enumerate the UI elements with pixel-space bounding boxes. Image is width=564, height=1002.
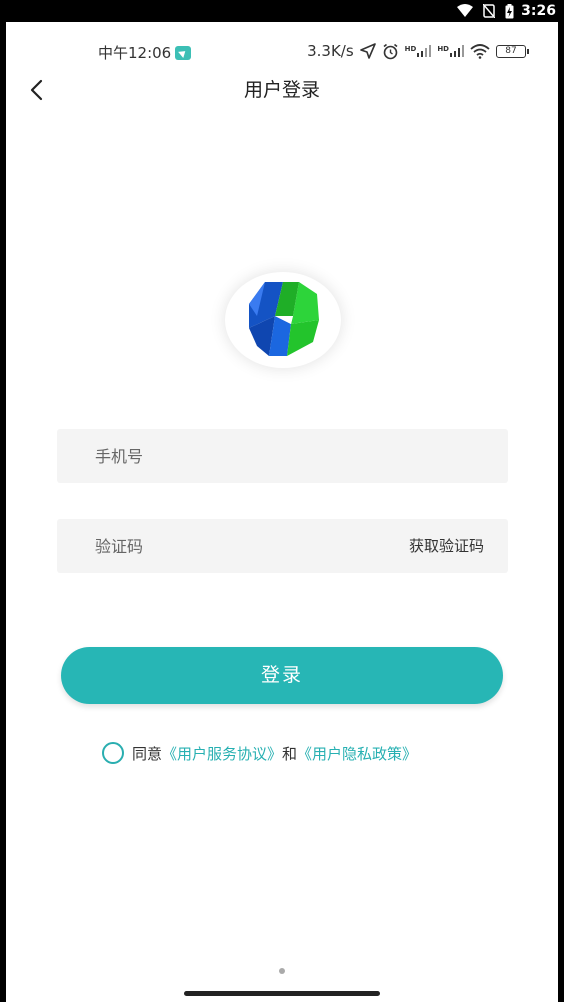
phone-field — [57, 429, 508, 483]
status-time: 中午12:06 — [98, 44, 172, 62]
cell-signal-icon — [450, 45, 464, 57]
app-logo — [225, 272, 341, 368]
get-code-button[interactable]: 获取验证码 — [409, 519, 484, 573]
page-indicator-dot — [279, 968, 285, 974]
agree-checkbox[interactable] — [102, 742, 124, 764]
agreement-and: 和 — [282, 744, 298, 763]
wifi-icon — [457, 4, 473, 17]
no-sim-icon — [483, 4, 495, 18]
device-status-bar: 中午12:06 3.3K/s HD HD 87 — [6, 40, 558, 66]
agreement-prefix: 同意 — [132, 744, 163, 763]
agreement-row: 同意 《用户服务协议》 和 《用户隐私政策》 — [102, 741, 417, 765]
cell-signal-icon — [417, 45, 432, 57]
location-arrow-icon — [359, 43, 376, 59]
system-clock: 3:26 — [521, 3, 556, 19]
verification-code-field: 获取验证码 — [57, 519, 508, 573]
home-indicator[interactable] — [184, 991, 380, 996]
login-button[interactable]: 登录 — [61, 647, 503, 704]
alarm-clock-icon — [383, 43, 398, 59]
signal-hd-1: HD — [405, 45, 432, 57]
system-status-bar: 3:26 — [0, 0, 564, 22]
wifi-icon — [470, 43, 490, 59]
battery-indicator: 87 — [496, 44, 529, 58]
lightning-hexagon-logo-icon — [249, 282, 319, 356]
verification-code-input[interactable] — [95, 519, 385, 573]
signal-hd-2: HD — [437, 45, 464, 57]
location-app-icon — [175, 45, 192, 60]
system-status-icons — [457, 3, 514, 19]
page-title: 用户登录 — [243, 79, 320, 101]
privacy-policy-link[interactable]: 《用户隐私政策》 — [297, 743, 417, 764]
app-screen: 中午12:06 3.3K/s HD HD 87 用户登录 手机号 验证码 获取验… — [6, 22, 558, 1002]
header: 用户登录 — [6, 72, 558, 108]
phone-input[interactable] — [95, 429, 385, 483]
service-agreement-link[interactable]: 《用户服务协议》 — [162, 743, 282, 764]
network-speed: 3.3K/s — [307, 42, 354, 60]
battery-charging-icon — [505, 3, 514, 18]
